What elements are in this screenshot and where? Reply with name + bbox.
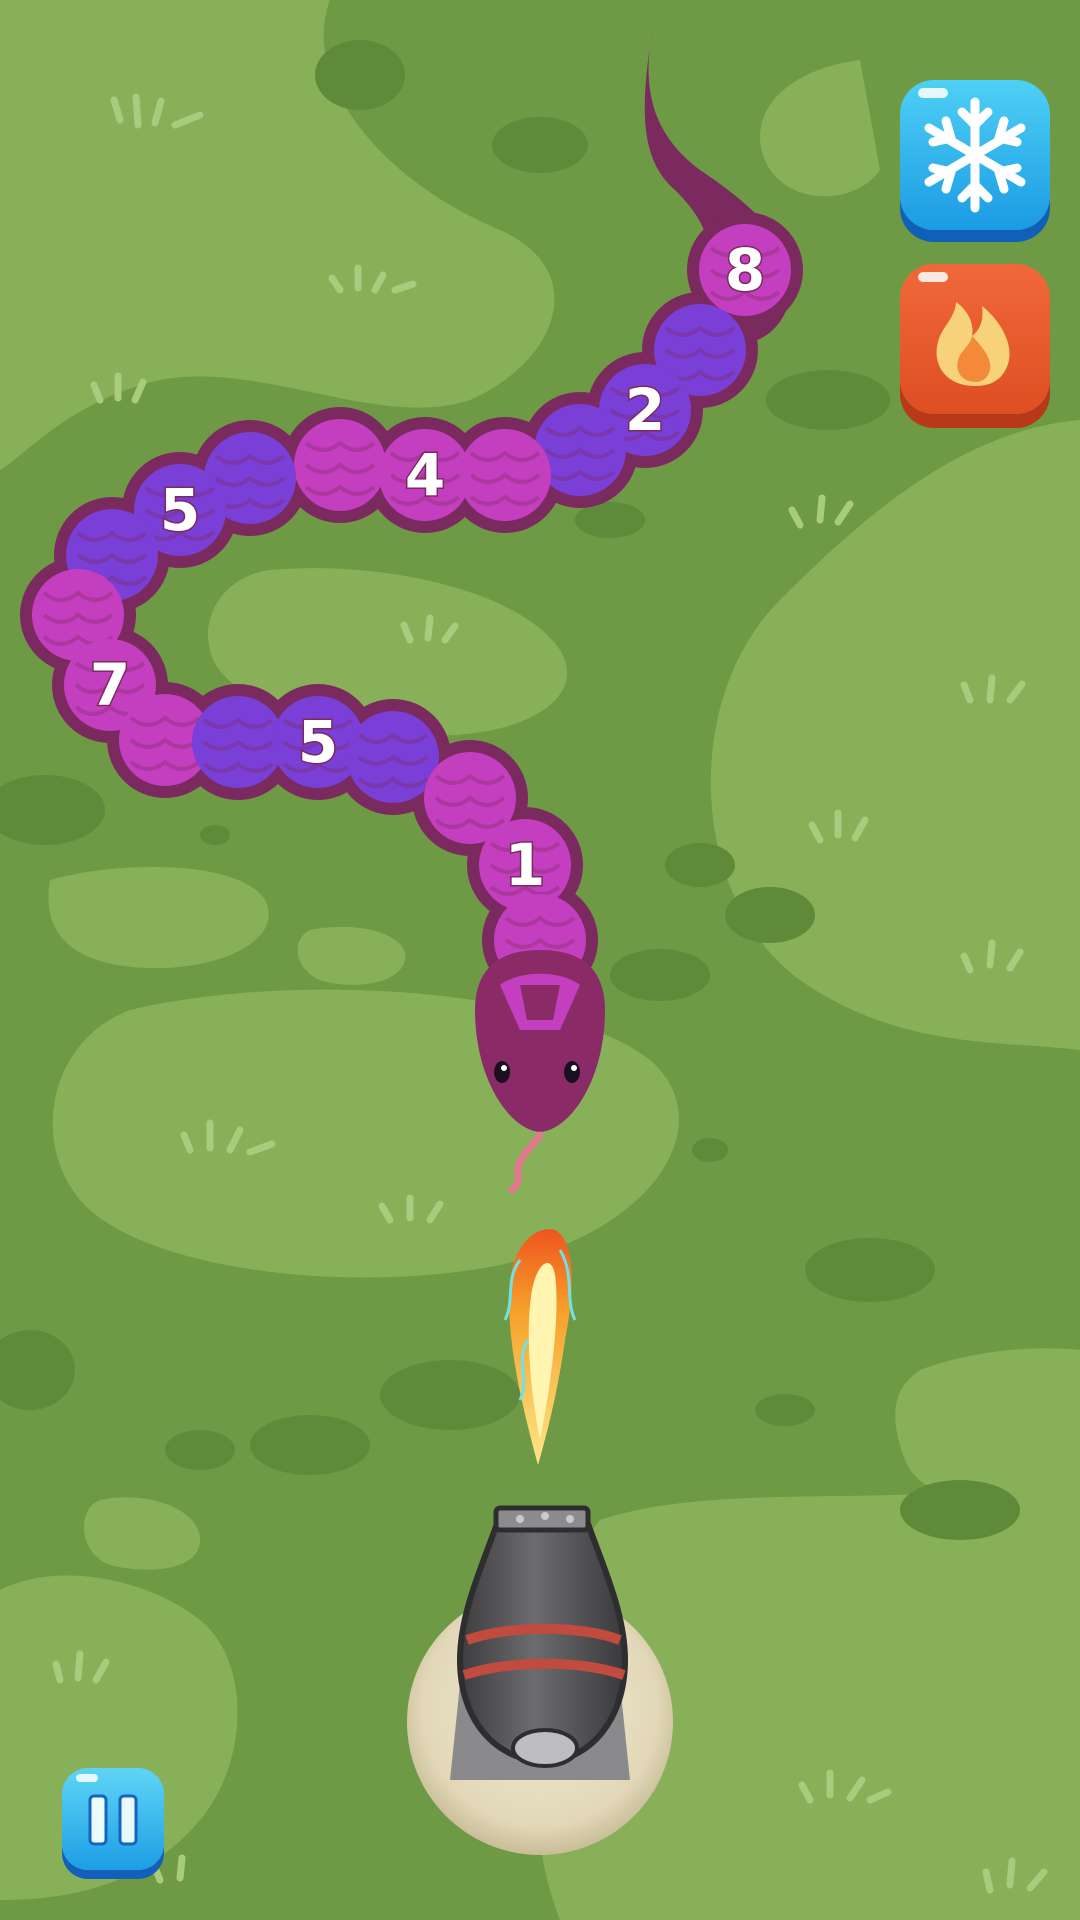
segment-number: 5 xyxy=(160,476,200,544)
segment-number: 8 xyxy=(725,236,765,304)
pause-button[interactable] xyxy=(62,1768,164,1870)
segment-number: 2 xyxy=(625,376,665,444)
segment-number: 7 xyxy=(90,651,130,719)
pause-icon xyxy=(88,1794,138,1846)
segment-number: 4 xyxy=(405,441,445,509)
freeze-powerup-button[interactable] xyxy=(900,80,1050,230)
fire-powerup-button[interactable] xyxy=(900,264,1050,414)
fire-projectile xyxy=(503,1229,577,1465)
game-screen: 8 2 4 5 7 5 1 xyxy=(0,0,1080,1920)
segment-number: 5 xyxy=(298,708,338,776)
segment-number: 1 xyxy=(505,831,545,899)
flame-icon xyxy=(936,302,1010,386)
snowflake-icon xyxy=(924,97,1026,213)
snake-eye-right xyxy=(564,1061,580,1083)
snake-eye-left xyxy=(494,1061,510,1083)
